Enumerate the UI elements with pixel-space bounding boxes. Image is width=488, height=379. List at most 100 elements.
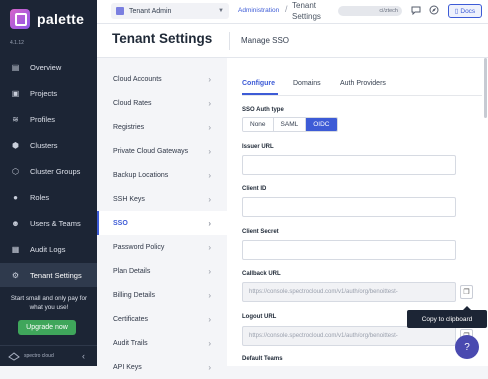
logout-url-field: https://console.spectrocloud.com/v1/auth…	[242, 326, 456, 346]
menu-item-label: Cloud Accounts	[113, 75, 162, 83]
compass-icon[interactable]	[428, 4, 440, 16]
roles-icon: ●	[13, 192, 18, 202]
chevron-right-icon: ›	[208, 218, 211, 228]
chevron-right-icon: ›	[208, 146, 211, 156]
menu-item-api-keys[interactable]: API Keys ›	[97, 355, 227, 379]
upgrade-button[interactable]: Upgrade now	[18, 320, 76, 335]
nav-item-cluster-groups[interactable]: ⬡ Cluster Groups	[0, 159, 97, 183]
tab-auth-providers[interactable]: Auth Providers	[340, 80, 386, 87]
tab-configure[interactable]: Configure	[242, 80, 275, 87]
menu-item-password-policy[interactable]: Password Policy ›	[97, 235, 227, 259]
nav-item-roles[interactable]: ● Roles	[0, 185, 97, 209]
nav-item-label: Profiles	[30, 114, 56, 124]
nav-item-profiles[interactable]: ≋ Profiles	[0, 107, 97, 131]
docs-button[interactable]: ▯ Docs	[448, 4, 482, 18]
help-icon: ?	[464, 341, 470, 353]
scope-label: Tenant Admin	[129, 7, 172, 15]
auth-type-none[interactable]: None	[243, 118, 274, 131]
auth-type-saml[interactable]: SAML	[273, 118, 307, 131]
menu-item-audit-trails[interactable]: Audit Trails ›	[97, 331, 227, 355]
tab-domains[interactable]: Domains	[293, 80, 321, 87]
logout-url-label: Logout URL	[242, 314, 277, 320]
nav-item-tenant-settings[interactable]: ⚙ Tenant Settings	[0, 263, 97, 287]
gear-icon: ⚙	[11, 270, 20, 280]
menu-item-certificates[interactable]: Certificates ›	[97, 307, 227, 331]
page-subtitle: Manage SSO	[241, 36, 290, 45]
nav-item-clusters[interactable]: ⬢ Clusters	[0, 133, 97, 157]
left-nav: palette 4.1.12 ▤ Overview ▣ Projects ≋ P…	[0, 0, 97, 366]
brand-name: spectro cloud	[24, 353, 54, 359]
content-scrollbar[interactable]	[484, 58, 487, 118]
nav-item-label: Clusters	[30, 140, 58, 150]
menu-item-registries[interactable]: Registries ›	[97, 115, 227, 139]
nav-item-label: Cluster Groups	[30, 166, 81, 176]
copy-callback-url-button[interactable]: ❐	[460, 285, 473, 299]
docs-label: Docs	[460, 7, 476, 15]
chevron-right-icon: ›	[208, 314, 211, 324]
auth-type-label: SSO Auth type	[242, 107, 284, 113]
menu-item-label: Cloud Rates	[113, 99, 152, 107]
nav-item-label: Tenant Settings	[30, 270, 82, 280]
app-name: palette	[37, 11, 85, 27]
client-id-input[interactable]	[242, 197, 456, 217]
menu-item-backup-locations[interactable]: Backup Locations ›	[97, 163, 227, 187]
nav-item-users-teams[interactable]: ☻ Users & Teams	[0, 211, 97, 235]
clusters-icon: ⬢	[12, 140, 19, 150]
chevron-down-icon: ▼	[218, 8, 224, 14]
copy-tooltip: Copy to clipboard	[407, 306, 487, 328]
brand-footer: spectro cloud ‹	[0, 345, 97, 366]
auth-type-oidc[interactable]: OIDC	[306, 118, 337, 131]
nav-item-label: Overview	[30, 62, 62, 72]
menu-item-cloud-accounts[interactable]: Cloud Accounts ›	[97, 67, 227, 91]
nav-item-overview[interactable]: ▤ Overview	[0, 55, 97, 79]
menu-item-ssh-keys[interactable]: SSH Keys ›	[97, 187, 227, 211]
overview-icon: ▤	[11, 62, 20, 72]
chevron-right-icon: ›	[208, 242, 211, 252]
tenant-icon	[116, 7, 124, 15]
settings-menu: Cloud Accounts › Cloud Rates › Registries ›…	[97, 58, 227, 372]
menu-item-plan-details[interactable]: Plan Details ›	[97, 259, 227, 283]
nav-item-label: Audit Logs	[30, 244, 66, 254]
menu-item-label: SSH Keys	[113, 195, 145, 203]
docs-icon: ▯	[454, 8, 459, 15]
tabs-divider	[242, 95, 482, 96]
breadcrumb-separator: /	[285, 4, 288, 14]
client-secret-input[interactable]	[242, 240, 456, 260]
spectro-cloud-logo-icon	[8, 352, 20, 361]
client-id-label: Client ID	[242, 186, 267, 192]
breadcrumb-administration[interactable]: Administration	[238, 7, 279, 14]
chevron-right-icon: ›	[208, 362, 211, 372]
menu-item-label: Password Policy	[113, 243, 165, 251]
collapse-sidebar-icon[interactable]: ‹	[82, 351, 85, 361]
active-tab-indicator	[242, 93, 278, 95]
menu-item-private-cloud-gateways[interactable]: Private Cloud Gateways ›	[97, 139, 227, 163]
client-secret-label: Client Secret	[242, 229, 279, 235]
nav-item-projects[interactable]: ▣ Projects	[0, 81, 97, 105]
palette-logo-icon	[10, 9, 30, 29]
user-menu[interactable]: ci/ztech	[338, 6, 402, 16]
chat-icon[interactable]	[410, 4, 422, 16]
nav-item-label: Roles	[30, 192, 50, 202]
menu-item-sso[interactable]: SSO ›	[97, 211, 227, 235]
title-divider	[229, 32, 230, 50]
page-title: Tenant Settings	[112, 31, 213, 46]
issuer-url-input[interactable]	[242, 155, 456, 175]
chevron-right-icon: ›	[208, 338, 211, 348]
menu-item-billing-details[interactable]: Billing Details ›	[97, 283, 227, 307]
scope-selector[interactable]: Tenant Admin ▼	[111, 3, 229, 19]
chevron-right-icon: ›	[208, 98, 211, 108]
chevron-right-icon: ›	[208, 290, 211, 300]
auth-type-selector: None SAML OIDC	[242, 117, 338, 132]
nav-item-audit-logs[interactable]: ▦ Audit Logs	[0, 237, 97, 261]
help-chat-button[interactable]: ?	[455, 335, 479, 359]
app-logo[interactable]: palette	[10, 9, 84, 29]
menu-item-cloud-rates[interactable]: Cloud Rates ›	[97, 91, 227, 115]
callback-url-field: https://console.spectrocloud.com/v1/auth…	[242, 282, 456, 302]
chevron-right-icon: ›	[208, 170, 211, 180]
profiles-icon: ≋	[12, 114, 19, 124]
app-version: 4.1.12	[10, 40, 24, 46]
cluster-groups-icon: ⬡	[12, 166, 19, 176]
callback-url-label: Callback URL	[242, 271, 281, 277]
menu-item-label: Billing Details	[113, 291, 156, 299]
menu-item-label: Audit Trails	[113, 339, 148, 347]
